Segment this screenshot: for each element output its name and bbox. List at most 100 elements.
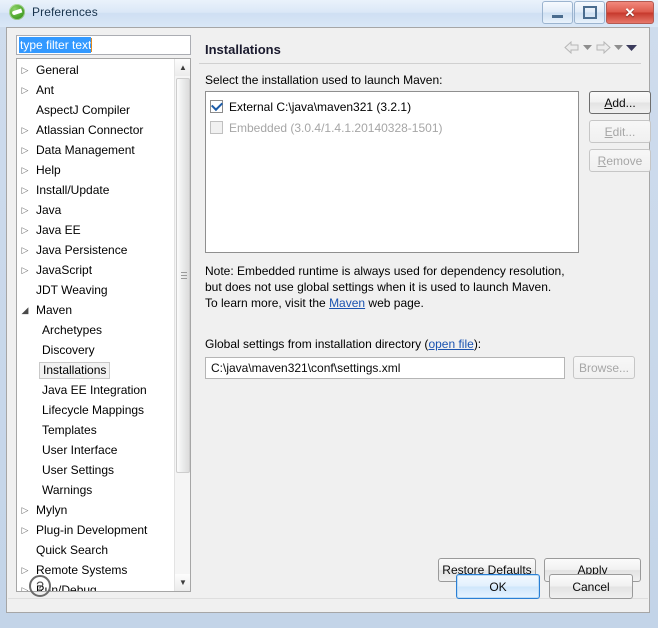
sidebar-item-java-ee-integration[interactable]: Java EE Integration [17, 380, 175, 400]
sidebar-item-atlassian-connector[interactable]: ▷ Atlassian Connector [17, 120, 175, 140]
scroll-up-icon[interactable]: ▲ [175, 59, 190, 76]
tree-expand-icon[interactable]: ▷ [17, 225, 33, 236]
sidebar-item-label: Java EE Integration [42, 383, 147, 397]
forward-menu-chevron-down-icon[interactable] [614, 44, 623, 51]
installations-buttons: Add... Edit... Remove [589, 91, 651, 178]
sidebar-item-data-management[interactable]: ▷ Data Management [17, 140, 175, 160]
add-button[interactable]: Add... [589, 91, 651, 114]
button-label: Remove [597, 153, 643, 168]
preferences-tree[interactable]: ▷ General ▷ Ant AspectJ Compiler ▷ Atlassian C… [16, 58, 191, 592]
sidebar-item-mylyn[interactable]: ▷ Mylyn [17, 500, 175, 520]
sidebar-item-discovery[interactable]: Discovery [17, 340, 175, 360]
sidebar-item-maven[interactable]: ◢ Maven [17, 300, 175, 320]
ok-button[interactable]: OK [456, 574, 540, 599]
tree-expand-icon[interactable]: ▷ [17, 205, 33, 216]
title-bar-left: Preferences [9, 4, 98, 20]
scrollbar-grip-icon [181, 271, 187, 280]
installations-hint: Select the installation used to launch M… [205, 73, 443, 87]
tree-expand-icon[interactable]: ▷ [17, 185, 33, 196]
maven-web-page-link[interactable]: Maven [329, 296, 365, 310]
page-header: Installations [199, 35, 641, 64]
sidebar-item-label: Installations [39, 361, 111, 379]
tree-expand-icon[interactable]: ▷ [17, 505, 33, 516]
note-line-3-suffix: web page. [365, 296, 424, 310]
eclipse-icon [9, 4, 25, 20]
tree-expand-icon[interactable]: ▷ [17, 145, 33, 156]
sidebar-item-label: JDT Weaving [36, 283, 108, 297]
note-line-3-prefix: To learn more, visit the [205, 296, 330, 310]
text-caret [91, 38, 93, 52]
note-line-1: Note: Embedded runtime is always used fo… [205, 264, 565, 278]
sidebar-item-archetypes[interactable]: Archetypes [17, 320, 175, 340]
scrollbar-thumb[interactable] [176, 78, 190, 473]
sidebar-item-label: Mylyn [36, 503, 68, 517]
browse-button[interactable]: Browse... [573, 356, 635, 379]
dialog-body: type filter text ▷ General ▷ Ant AspectJ Com… [6, 27, 651, 613]
button-label: Add... [604, 95, 636, 110]
sidebar-item-label: Templates [42, 423, 97, 437]
sidebar-item-java-ee[interactable]: ▷ Java EE [17, 220, 175, 240]
page-content: Installations Select the installation us… [199, 35, 651, 555]
sidebar-item-plug-in-development[interactable]: ▷ Plug-in Development [17, 520, 175, 540]
view-menu-chevron-down-icon[interactable] [626, 44, 637, 52]
sidebar-item-label: Quick Search [36, 543, 109, 557]
sidebar-item-warnings[interactable]: Warnings [17, 480, 175, 500]
sidebar-item-general[interactable]: ▷ General [17, 60, 175, 80]
sidebar-item-label: Warnings [42, 483, 93, 497]
sidebar-item-java[interactable]: ▷ Java [17, 200, 175, 220]
close-button[interactable]: ✕ [606, 1, 654, 24]
forward-arrow-icon[interactable] [595, 41, 611, 54]
sidebar-item-jdt-weaving[interactable]: JDT Weaving [17, 280, 175, 300]
sidebar-item-ant[interactable]: ▷ Ant [17, 80, 175, 100]
dialog-footer: ? OK Cancel [7, 567, 649, 612]
sidebar-item-quick-search[interactable]: Quick Search [17, 540, 175, 560]
sidebar-item-javascript[interactable]: ▷ JavaScript [17, 260, 175, 280]
sidebar-item-aspectj-compiler[interactable]: AspectJ Compiler [17, 100, 175, 120]
page-title: Installations [205, 41, 281, 57]
tree-list: ▷ General ▷ Ant AspectJ Compiler ▷ Atlassian C… [17, 60, 175, 591]
note-line-2: but does not use global settings when it… [205, 280, 552, 294]
sidebar-item-help[interactable]: ▷ Help [17, 160, 175, 180]
filter-input-value: type filter text [19, 37, 92, 53]
tree-expand-icon[interactable]: ▷ [17, 165, 33, 176]
tree-expand-icon[interactable]: ▷ [17, 265, 33, 276]
sidebar-item-installations[interactable]: Installations [17, 360, 175, 380]
tree-collapse-icon[interactable]: ◢ [17, 305, 33, 316]
sidebar-item-java-persistence[interactable]: ▷ Java Persistence [17, 240, 175, 260]
installation-checkbox [210, 121, 223, 134]
remove-button[interactable]: Remove [589, 149, 651, 172]
tree-expand-icon[interactable]: ▷ [17, 525, 33, 536]
sidebar-item-user-settings[interactable]: User Settings [17, 460, 175, 480]
installation-row[interactable]: External C:\java\maven321 (3.2.1) [210, 96, 578, 117]
tree-expand-icon[interactable]: ▷ [17, 125, 33, 136]
sidebar-item-label: Java Persistence [36, 243, 128, 257]
sidebar-item-user-interface[interactable]: User Interface [17, 440, 175, 460]
installation-label: Embedded (3.0.4/1.4.1.20140328-1501) [229, 120, 443, 135]
global-settings-path-input[interactable]: C:\java\maven321\conf\settings.xml [205, 356, 565, 379]
installation-row[interactable]: Embedded (3.0.4/1.4.1.20140328-1501) [210, 117, 578, 138]
restore-button[interactable] [574, 1, 605, 24]
open-file-link[interactable]: open file [428, 337, 473, 351]
sidebar-item-lifecycle-mappings[interactable]: Lifecycle Mappings [17, 400, 175, 420]
tree-expand-icon[interactable]: ▷ [17, 245, 33, 256]
tree-expand-icon[interactable]: ▷ [17, 85, 33, 96]
back-menu-chevron-down-icon[interactable] [583, 44, 592, 51]
cancel-button[interactable]: Cancel [549, 574, 633, 599]
button-label: Edit... [604, 124, 636, 139]
sidebar-item-templates[interactable]: Templates [17, 420, 175, 440]
tree-expand-icon[interactable]: ▷ [17, 65, 33, 76]
sidebar-item-label: Atlassian Connector [36, 123, 144, 137]
sidebar-item-label: Discovery [42, 343, 95, 357]
installation-checkbox[interactable] [210, 100, 223, 113]
edit-button[interactable]: Edit... [589, 120, 651, 143]
sidebar-item-label: Help [36, 163, 61, 177]
installations-list[interactable]: External C:\java\maven321 (3.2.1) Embedde… [205, 91, 579, 253]
sidebar-item-install-update[interactable]: ▷ Install/Update [17, 180, 175, 200]
back-arrow-icon[interactable] [564, 41, 580, 54]
tree-scrollbar[interactable]: ▲ ▼ [174, 59, 190, 591]
filter-input[interactable]: type filter text [16, 35, 191, 55]
minimize-button[interactable] [542, 1, 573, 24]
sidebar-item-label: Java [36, 203, 62, 217]
footer-buttons: OK Cancel [456, 574, 633, 599]
help-icon[interactable]: ? [29, 575, 51, 597]
